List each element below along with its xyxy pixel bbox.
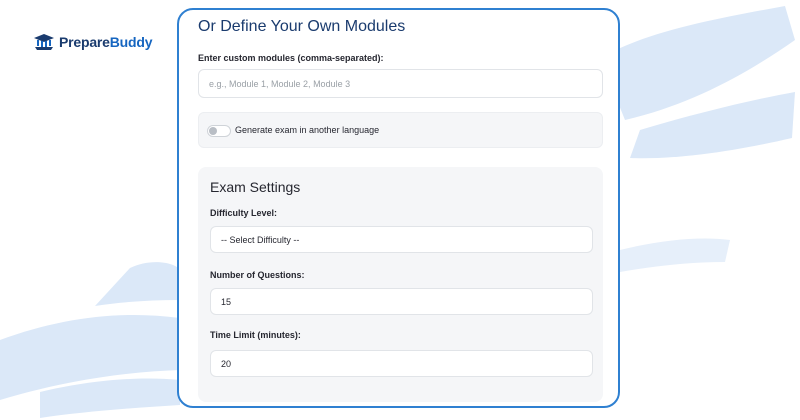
custom-modules-input[interactable] bbox=[198, 69, 603, 98]
toggle-knob bbox=[209, 127, 217, 135]
time-limit-label: Time Limit (minutes): bbox=[210, 330, 301, 340]
questions-label: Number of Questions: bbox=[210, 270, 305, 280]
brand-name: PrepareBuddy bbox=[59, 34, 153, 50]
language-toggle-label: Generate exam in another language bbox=[235, 125, 380, 135]
graduation-cap-icon bbox=[34, 34, 54, 50]
exam-settings-heading: Exam Settings bbox=[210, 179, 301, 195]
exam-settings-panel: Exam Settings Difficulty Level: -- Selec… bbox=[198, 167, 603, 402]
difficulty-label: Difficulty Level: bbox=[210, 208, 278, 218]
brand-suffix: Buddy bbox=[109, 34, 153, 50]
brand-logo[interactable]: PrepareBuddy bbox=[33, 33, 153, 51]
brand-prefix: Prepare bbox=[59, 34, 110, 50]
time-limit-input[interactable] bbox=[210, 350, 593, 377]
custom-modules-heading: Or Define Your Own Modules bbox=[198, 18, 406, 35]
custom-modules-label: Enter custom modules (comma-separated): bbox=[198, 53, 384, 63]
language-toggle-row: Generate exam in another language bbox=[198, 112, 603, 148]
difficulty-select[interactable]: -- Select Difficulty -- bbox=[210, 226, 593, 253]
language-toggle-switch[interactable] bbox=[207, 125, 231, 137]
exam-config-card: Or Define Your Own Modules Enter custom … bbox=[177, 8, 620, 408]
questions-input[interactable] bbox=[210, 288, 593, 315]
